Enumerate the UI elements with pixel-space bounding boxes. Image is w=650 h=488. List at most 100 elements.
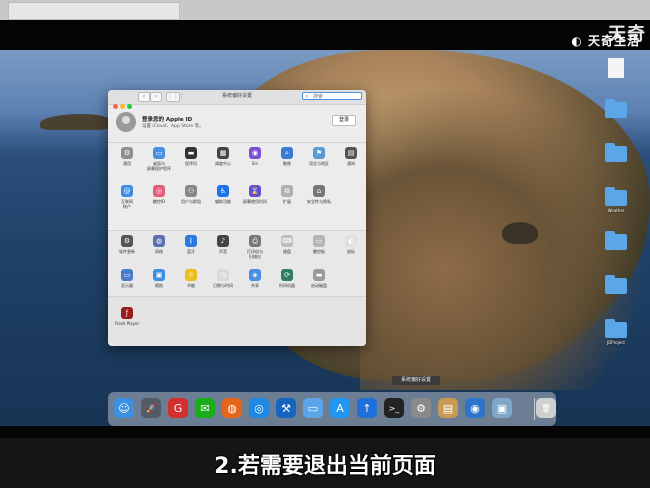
preview-icon[interactable]: ▣ — [492, 398, 512, 418]
language-icon: ⚑ — [313, 147, 325, 159]
sharing-icon: ◈ — [249, 269, 261, 281]
bluetooth-icon: ᛒ — [185, 235, 197, 247]
accessibility-icon: ♿ — [217, 185, 229, 197]
pref-pane-sidecar[interactable]: ▣ 随航 — [144, 269, 174, 297]
pref-pane-trackpad[interactable]: ▭ 触控板 — [304, 235, 334, 263]
time-machine-icon: ⟳ — [281, 269, 293, 281]
notes-icon[interactable]: ▤ — [438, 398, 458, 418]
pref-pane-label: 声音 — [219, 249, 227, 254]
printer-icon: ⎙ — [249, 235, 261, 247]
pref-pane-label: 桌面与 屏幕保护程序 — [147, 161, 171, 171]
pref-pane-keyboard[interactable]: ⌨ 键盘 — [272, 235, 302, 263]
pref-pane-sound[interactable]: ♪ 声音 — [208, 235, 238, 263]
watermark: 天奇 ◐ 天奇生活 — [571, 24, 645, 49]
pref-pane-time-machine[interactable]: ⟳ 时间机器 — [272, 269, 302, 297]
desktop-item[interactable]: JDProject — [596, 319, 636, 345]
launchpad-icon[interactable]: 🚀 — [141, 398, 161, 418]
pref-pane-security[interactable]: ⌂ 安全性与隐私 — [304, 185, 334, 213]
pref-pane-spotlight[interactable]: ⌕ 聚焦 — [272, 147, 302, 175]
desktop-item[interactable] — [596, 231, 636, 252]
pref-pane-users[interactable]: ⚇ 用户与群组 — [176, 185, 206, 213]
pref-pane-flash-player[interactable]: ƒ Flash Player — [112, 307, 142, 335]
desktop-item[interactable] — [596, 275, 636, 296]
close-button[interactable] — [113, 104, 118, 109]
system-preferences-icon[interactable]: ⚙ — [411, 398, 431, 418]
pref-pane-touch-id[interactable]: ◎ 触控ID — [144, 185, 174, 213]
pref-pane-mission-control[interactable]: ▦ 调度中心 — [208, 147, 238, 175]
pref-pane-energy-saver[interactable]: ☼ 节能 — [176, 269, 206, 297]
pref-pane-date-time[interactable]: ◷ 日期与时间 — [208, 269, 238, 297]
trash-icon[interactable]: 🗑 — [536, 398, 556, 418]
desktop-icon: ▭ — [153, 147, 165, 159]
pref-pane-label: 共享 — [251, 283, 259, 288]
title-bar[interactable]: ‹ › ⋮⋮⋮ 系统偏好设置 ⌕ 搜索 — [108, 90, 366, 109]
pref-pane-notifications[interactable]: ▤ 通知 — [336, 147, 366, 175]
touch-id-icon: ◎ — [153, 185, 165, 197]
pref-pane-screen-time[interactable]: ⌛ 屏幕使用时间 — [240, 185, 270, 213]
desktop-item[interactable] — [596, 143, 636, 164]
folder-icon — [605, 99, 627, 118]
xcode-icon[interactable]: ⚒ — [276, 398, 296, 418]
sourcetree-icon[interactable]: ◉ — [465, 398, 485, 418]
pref-pane-accessibility[interactable]: ♿ 辅助功能 — [208, 185, 238, 213]
pref-pane-label: 触控板 — [313, 249, 325, 254]
pref-pane-desktop[interactable]: ▭ 桌面与 屏幕保护程序 — [144, 147, 174, 175]
pref-pane-sharing[interactable]: ◈ 共享 — [240, 269, 270, 297]
pref-pane-general[interactable]: ⚙ 通用 — [112, 147, 142, 175]
pref-pane-extensions[interactable]: ⧉ 扩展 — [272, 185, 302, 213]
pref-pane-printer[interactable]: ⎙ 打印机与 扫描仪 — [240, 235, 270, 263]
pref-pane-siri[interactable]: ◉ Siri — [240, 147, 270, 175]
search-placeholder: 搜索 — [313, 94, 324, 100]
pref-pane-label: 聚焦 — [283, 161, 291, 166]
mission-control-icon: ▦ — [217, 147, 229, 159]
dock: ☺ 🚀 G ✉ ◍ ◎ ⚒ ▭ A ↑ >_ ⚙ ▤ ◉ ▣ 🗑 — [108, 392, 556, 426]
wechat-icon[interactable]: ✉ — [195, 398, 215, 418]
pref-pane-label: 程序坞 — [185, 161, 197, 166]
displays-icon: ▭ — [121, 269, 133, 281]
upload-icon[interactable]: ↑ — [357, 398, 377, 418]
app-store-icon[interactable]: A — [330, 398, 350, 418]
firefox-icon[interactable]: ◍ — [222, 398, 242, 418]
finder-icon[interactable]: ☺ — [114, 398, 134, 418]
keyboard-icon: ⌨ — [281, 235, 293, 247]
pref-pane-displays[interactable]: ▭ 显示器 — [112, 269, 142, 297]
pref-pane-internet-accounts[interactable]: @ 互联网 帐户 — [112, 185, 142, 213]
apple-id-banner[interactable]: 登录您的 Apple ID 设置 iCloud、App Store 等。 登录 — [116, 110, 360, 138]
screen-time-icon: ⌛ — [249, 185, 261, 197]
other-section: ƒ Flash Player — [108, 296, 366, 346]
desktop-item[interactable]: Weather — [596, 187, 636, 213]
toutiao-icon[interactable]: G — [168, 398, 188, 418]
pref-pane-label: 通用 — [123, 161, 131, 166]
pref-pane-label: 时间机器 — [279, 283, 295, 288]
folder-icon[interactable]: ▭ — [303, 398, 323, 418]
general-icon: ⚙ — [121, 147, 133, 159]
pref-pane-language[interactable]: ⚑ 语言与地区 — [304, 147, 334, 175]
monitor-top-frame — [0, 0, 650, 20]
minimize-button[interactable] — [120, 104, 125, 109]
desktop-item[interactable] — [596, 99, 636, 120]
pref-pane-label: 通知 — [347, 161, 355, 166]
pref-pane-software-update[interactable]: ⚙ 软件更新 — [112, 235, 142, 263]
pref-pane-label: 屏幕使用时间 — [243, 199, 267, 204]
safari-icon[interactable]: ◎ — [249, 398, 269, 418]
system-preferences-window[interactable]: ‹ › ⋮⋮⋮ 系统偏好设置 ⌕ 搜索 登录您的 Apple ID 设置 iCl… — [108, 90, 366, 346]
pref-pane-startup-disk[interactable]: ▬ 启动磁盘 — [304, 269, 334, 297]
pref-pane-label: 语言与地区 — [309, 161, 329, 166]
pref-pane-dock[interactable]: ▬ 程序坞 — [176, 147, 206, 175]
pref-pane-label: 日期与时间 — [213, 283, 233, 288]
pref-pane-network[interactable]: ◍ 网络 — [144, 235, 174, 263]
watermark-corner: 天奇 — [608, 24, 646, 45]
network-icon: ◍ — [153, 235, 165, 247]
zoom-button[interactable] — [127, 104, 132, 109]
login-button[interactable]: 登录 — [332, 115, 356, 126]
search-field[interactable]: ⌕ 搜索 — [302, 92, 362, 100]
desktop-item[interactable] — [596, 58, 636, 80]
wallpaper-islet — [40, 114, 110, 130]
terminal-icon[interactable]: >_ — [384, 398, 404, 418]
pref-pane-label: 蓝牙 — [187, 249, 195, 254]
folder-icon — [605, 143, 627, 162]
pref-pane-bluetooth[interactable]: ᛒ 蓝牙 — [176, 235, 206, 263]
pref-pane-label: 用户与群组 — [181, 199, 201, 204]
dock-icon: ▬ — [185, 147, 197, 159]
pref-pane-mouse[interactable]: ◐ 鼠标 — [336, 235, 366, 263]
